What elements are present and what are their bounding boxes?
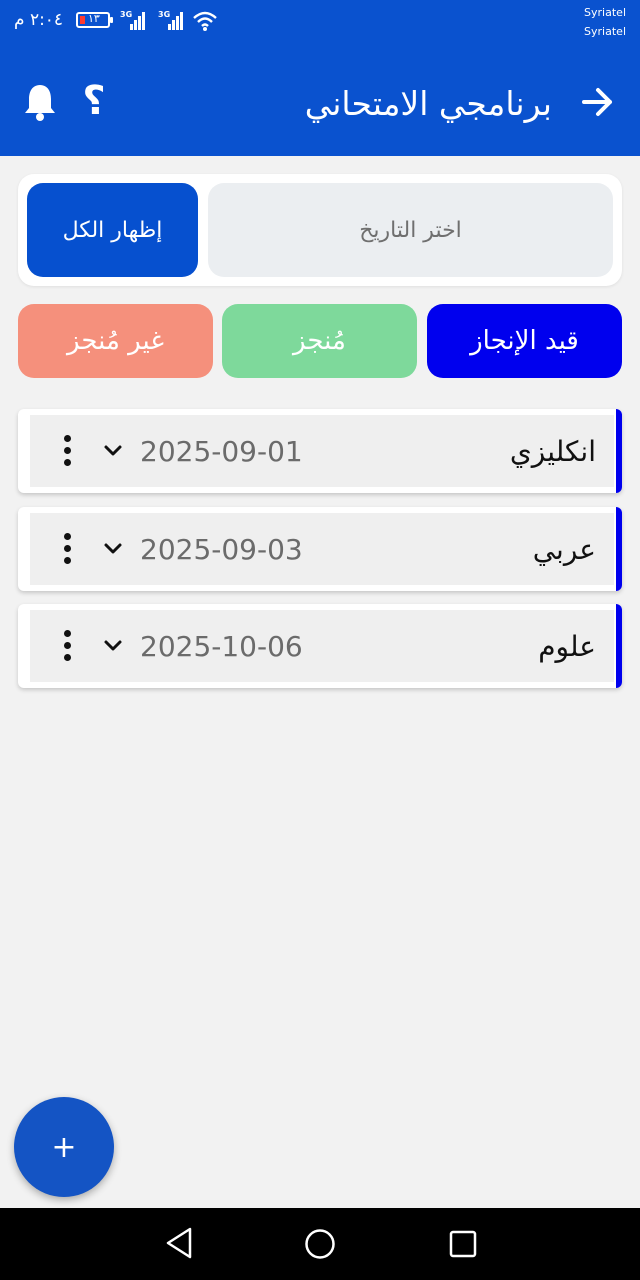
- system-nav-bar: [0, 1208, 640, 1280]
- network-type: 3G: [158, 10, 171, 19]
- date-filter-card: اختر التاريخ إظهار الكل: [18, 174, 622, 286]
- signal-icon: 3G: [120, 10, 148, 30]
- carrier-name: Syriatel: [584, 25, 626, 38]
- status-stripe: [616, 507, 622, 591]
- carrier-name: Syriatel: [584, 6, 626, 19]
- nav-home-icon[interactable]: [304, 1228, 336, 1260]
- exam-subject: علوم: [538, 630, 596, 663]
- nav-back-icon[interactable]: [164, 1226, 194, 1260]
- exam-list-item[interactable]: عربي 2025-09-03: [18, 507, 622, 591]
- status-time: ٢:٠٤ م: [14, 10, 64, 30]
- signal-icon: 3G: [158, 10, 186, 30]
- chevron-down-icon[interactable]: [102, 443, 124, 459]
- exam-list-item[interactable]: علوم 2025-10-06: [18, 604, 622, 688]
- status-bar: ٢:٠٤ م ١٣ 3G 3G Syriatel Syriatel: [0, 0, 640, 56]
- status-stripe: [616, 409, 622, 493]
- battery-level: ١٣: [88, 12, 100, 25]
- app-header: برنامجي الامتحاني ؟: [0, 56, 640, 156]
- exam-date: 2025-10-06: [140, 630, 303, 663]
- add-exam-button[interactable]: +: [14, 1097, 114, 1197]
- exam-subject: عربي: [532, 533, 596, 566]
- nav-recents-icon[interactable]: [449, 1230, 477, 1258]
- exam-list-item[interactable]: انكليزي 2025-09-01: [18, 409, 622, 493]
- page-title: برنامجي الامتحاني: [304, 84, 552, 123]
- more-vert-icon[interactable]: [60, 630, 76, 662]
- chevron-down-icon[interactable]: [102, 541, 124, 557]
- tab-in-progress[interactable]: قيد الإنجاز: [427, 304, 622, 378]
- wifi-icon: [193, 11, 217, 31]
- tab-done[interactable]: مُنجز: [222, 304, 417, 378]
- battery-icon: ١٣: [76, 12, 113, 28]
- bell-icon[interactable]: [22, 82, 58, 122]
- help-icon[interactable]: ؟: [76, 78, 112, 124]
- network-type: 3G: [120, 10, 133, 19]
- more-vert-icon[interactable]: [60, 533, 76, 565]
- status-stripe: [616, 604, 622, 688]
- more-vert-icon[interactable]: [60, 435, 76, 467]
- exam-date: 2025-09-03: [140, 533, 303, 566]
- arrow-right-icon[interactable]: [578, 82, 618, 122]
- exam-date: 2025-09-01: [140, 435, 303, 468]
- date-picker-field[interactable]: اختر التاريخ: [208, 183, 613, 277]
- exam-subject: انكليزي: [509, 435, 596, 468]
- show-all-button[interactable]: إظهار الكل: [27, 183, 198, 277]
- tab-not-done[interactable]: غير مُنجز: [18, 304, 213, 378]
- chevron-down-icon[interactable]: [102, 638, 124, 654]
